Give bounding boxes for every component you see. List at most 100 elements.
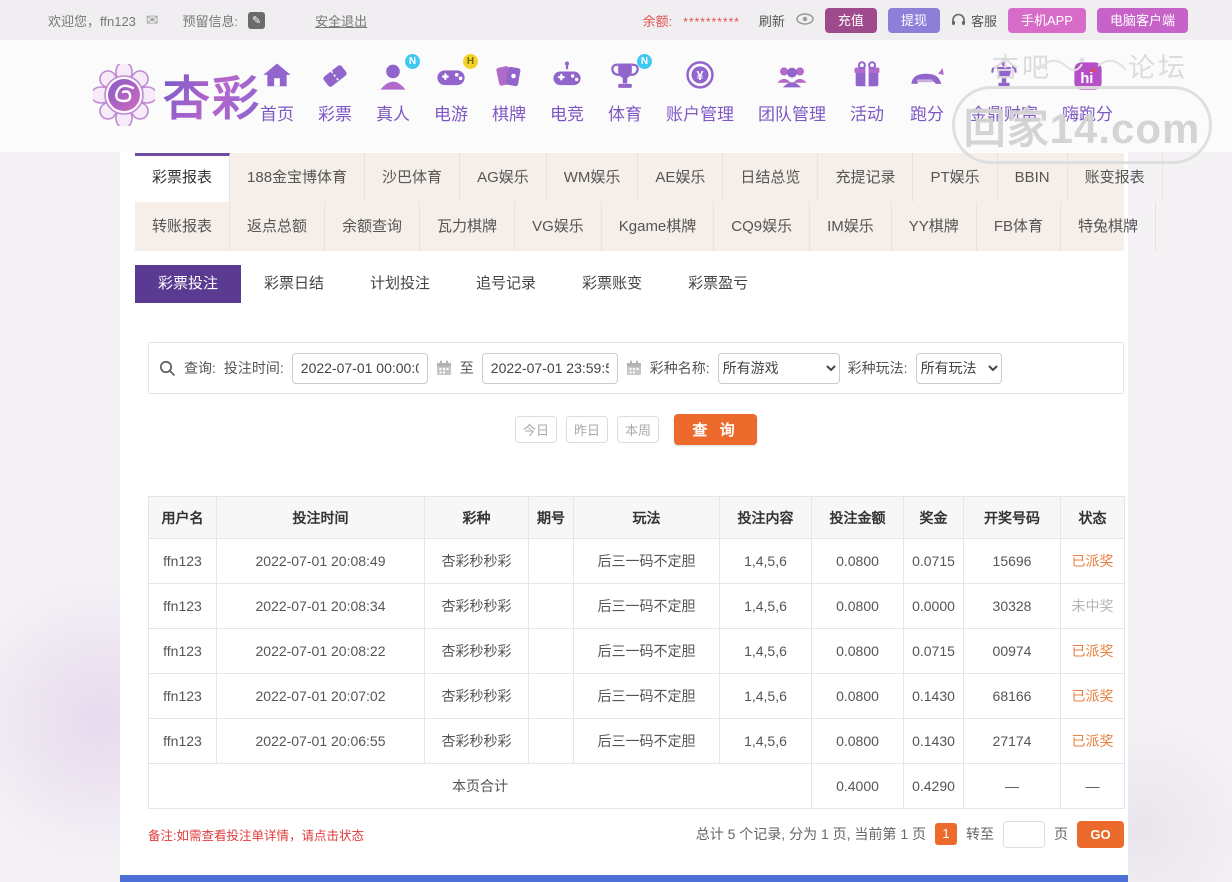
tab-bbin[interactable]: BBIN <box>998 153 1068 202</box>
nav-item-home[interactable]: 首页 <box>248 58 306 125</box>
badge-n: N <box>405 54 420 69</box>
tab-saba-sport[interactable]: 沙巴体育 <box>365 153 461 202</box>
goto-page-input[interactable] <box>1003 820 1045 848</box>
edit-message-icon[interactable]: ✎ <box>248 11 266 29</box>
badge-n: N <box>637 54 652 69</box>
tab-kgame[interactable]: Kgame棋牌 <box>602 202 715 251</box>
cell-issue <box>528 538 574 584</box>
nav-item-cards[interactable]: 棋牌 <box>480 58 538 125</box>
tab-balance-query[interactable]: 余额查询 <box>325 202 421 251</box>
tab-daily-overview[interactable]: 日结总览 <box>723 153 819 202</box>
pc-client-button[interactable]: 电脑客户端 <box>1096 7 1188 33</box>
subtab-lottery-bet[interactable]: 彩票投注 <box>135 265 242 303</box>
table-header-row: 用户名 投注时间 彩种 期号 玩法 投注内容 投注金额 奖金 开奖号码 状态 <box>148 496 1125 539</box>
nav-item-activity[interactable]: 活动 <box>838 58 896 125</box>
nav-item-team[interactable]: 团队管理 <box>746 58 838 125</box>
logout-link[interactable]: 安全退出 <box>315 11 367 30</box>
tab-im[interactable]: IM娱乐 <box>810 202 892 251</box>
footer-strip <box>120 875 1128 882</box>
cell-status[interactable]: 已派奖 <box>1060 628 1125 674</box>
calendar-icon[interactable] <box>626 360 642 376</box>
cell-prize: 0.1430 <box>903 718 964 764</box>
report-tabs-row1: 彩票报表 188金宝博体育 沙巴体育 AG娱乐 WM娱乐 AE娱乐 日结总览 充… <box>135 153 1163 202</box>
cell-prize: 0.1430 <box>903 673 964 719</box>
goto-label: 转至 <box>966 826 994 842</box>
nav-item-live[interactable]: N 真人 <box>364 54 422 125</box>
cell-status[interactable]: 已派奖 <box>1060 673 1125 719</box>
yesterday-button[interactable]: 昨日 <box>566 416 608 443</box>
mobile-app-button[interactable]: 手机APP <box>1007 7 1086 33</box>
cell-status[interactable]: 未中奖 <box>1060 583 1125 629</box>
nav-item-lottery[interactable]: 彩票 <box>306 58 364 125</box>
topbar: 欢迎您，ffn123 ✉ 预留信息: ✎ 安全退出 余额: **********… <box>0 0 1232 40</box>
go-button[interactable]: GO <box>1077 820 1124 848</box>
nav-item-account[interactable]: ¥ 账户管理 <box>654 58 746 125</box>
col-bet-content: 投注内容 <box>719 496 812 539</box>
tab-rebate-total[interactable]: 返点总额 <box>230 202 326 251</box>
cell-lottery: 杏彩秒秒彩 <box>424 673 529 719</box>
tab-188-sport[interactable]: 188金宝博体育 <box>230 153 366 202</box>
table-row: ffn123 2022-07-01 20:08:49 杏彩秒秒彩 后三一码不定胆… <box>148 538 1125 584</box>
headset-icon <box>951 13 965 25</box>
tab-ae[interactable]: AE娱乐 <box>638 153 724 202</box>
cell-status[interactable]: 已派奖 <box>1060 538 1125 584</box>
cell-bet-amount: 0.0800 <box>811 628 904 674</box>
withdraw-button[interactable]: 提现 <box>887 7 940 33</box>
nav-item-hipaofen[interactable]: hi 嗨跑分 <box>1050 58 1125 125</box>
cell-draw-number: 15696 <box>963 538 1061 584</box>
refresh-balance-link[interactable]: 刷新 <box>759 11 785 30</box>
subtab-lottery-pnl[interactable]: 彩票盈亏 <box>665 265 771 303</box>
tab-wali[interactable]: 瓦力棋牌 <box>420 202 516 251</box>
pagination-summary: 总计 5 个记录, 分为 1 页, 当前第 1 页 <box>695 826 926 842</box>
tab-cq9[interactable]: CQ9娱乐 <box>714 202 811 251</box>
tab-pt[interactable]: PT娱乐 <box>913 153 998 202</box>
subtab-plan-bet[interactable]: 计划投注 <box>347 265 453 303</box>
time-from-input[interactable] <box>291 352 428 384</box>
tab-deposit-record[interactable]: 充提记录 <box>818 153 914 202</box>
nav-item-paofen[interactable]: 跑分 <box>896 58 958 125</box>
nav-item-sports[interactable]: N 体育 <box>596 54 654 125</box>
cell-lottery: 杏彩秒秒彩 <box>424 538 529 584</box>
mail-icon[interactable]: ✉ <box>146 11 159 29</box>
this-week-button[interactable]: 本周 <box>617 416 659 443</box>
tab-tetu[interactable]: 特兔棋牌 <box>1061 202 1156 251</box>
tab-lottery-report[interactable]: 彩票报表 <box>135 153 231 202</box>
nav-item-egames[interactable]: H 电游 <box>422 54 480 125</box>
tab-vg[interactable]: VG娱乐 <box>515 202 602 251</box>
badge-h: H <box>463 54 478 69</box>
subtab-chase-record[interactable]: 追号记录 <box>453 265 559 303</box>
calendar-icon[interactable] <box>436 360 452 376</box>
tab-transfer-report[interactable]: 转账报表 <box>135 202 231 251</box>
tab-fb[interactable]: FB体育 <box>977 202 1061 251</box>
nav-item-wealth[interactable]: 金鼎财富 <box>958 58 1050 125</box>
tab-wm[interactable]: WM娱乐 <box>547 153 639 202</box>
nav-item-esports[interactable]: 电竞 <box>538 58 596 125</box>
subtab-lottery-daily[interactable]: 彩票日结 <box>241 265 347 303</box>
welcome-text: 欢迎您，ffn123 <box>48 13 136 29</box>
tab-ag[interactable]: AG娱乐 <box>460 153 547 202</box>
team-icon <box>758 58 826 98</box>
eye-icon[interactable] <box>796 12 814 28</box>
play-select[interactable]: 所有玩法 <box>915 352 1002 384</box>
cell-play: 后三一码不定胆 <box>573 583 720 629</box>
search-button[interactable]: 查 询 <box>674 414 757 445</box>
cell-draw-number: 68166 <box>963 673 1061 719</box>
time-to-input[interactable] <box>481 352 618 384</box>
current-page-button[interactable]: 1 <box>935 823 957 845</box>
cell-lottery: 杏彩秒秒彩 <box>424 628 529 674</box>
cell-status[interactable]: 已派奖 <box>1060 718 1125 764</box>
customer-service-link[interactable]: 客服 <box>951 11 997 30</box>
subtabs: 彩票投注 彩票日结 计划投注 追号记录 彩票账变 彩票盈亏 <box>135 265 771 303</box>
cell-bet-amount: 0.0800 <box>811 718 904 764</box>
tab-account-change[interactable]: 账变报表 <box>1068 153 1163 202</box>
cell-bet-time: 2022-07-01 20:08:34 <box>216 583 425 629</box>
subtab-lottery-change[interactable]: 彩票账变 <box>559 265 665 303</box>
today-button[interactable]: 今日 <box>515 416 557 443</box>
balance-label: 余额: <box>642 13 673 29</box>
tab-yy[interactable]: YY棋牌 <box>892 202 977 251</box>
cell-bet-content: 1,4,5,6 <box>719 718 812 764</box>
brand-logo[interactable]: 杏彩 <box>93 60 261 129</box>
total-prize: 0.4290 <box>903 763 964 809</box>
game-select[interactable]: 所有游戏 <box>717 352 840 384</box>
recharge-button[interactable]: 充值 <box>824 7 877 33</box>
